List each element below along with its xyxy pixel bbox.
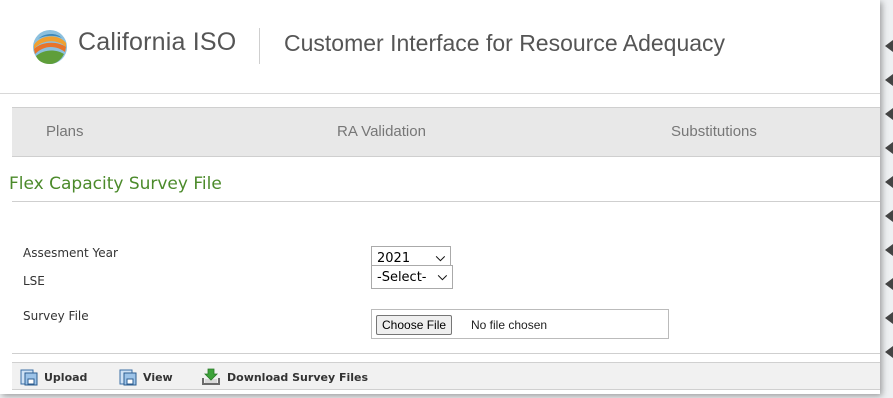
collapse-arrow-icon[interactable]: [885, 142, 893, 154]
header-divider: [259, 28, 260, 64]
assessment-year-value: 2021: [377, 251, 411, 266]
main-nav: Plans RA Validation Substitutions: [12, 107, 880, 157]
app-title: Customer Interface for Resource Adequacy: [284, 30, 726, 56]
side-arrows: [883, 0, 893, 398]
survey-form: Assesment Year 2021 ⌵ LSE -Select- ⌵ Sur…: [12, 201, 880, 354]
california-iso-logo: [33, 30, 67, 64]
page-header: California ISO Customer Interface for Re…: [0, 0, 880, 94]
lse-select[interactable]: -Select- ⌵: [371, 265, 453, 289]
upload-button[interactable]: Upload: [20, 368, 87, 386]
view-label: View: [143, 370, 173, 384]
survey-file-input[interactable]: Choose File No file chosen: [371, 309, 669, 339]
lse-label: LSE: [23, 274, 45, 288]
survey-file-label: Survey File: [23, 309, 89, 323]
nav-item-substitutions[interactable]: Substitutions: [671, 123, 757, 140]
download-icon: [202, 368, 220, 385]
download-survey-files-label: Download Survey Files: [227, 370, 369, 384]
collapse-arrow-icon[interactable]: [885, 210, 893, 222]
upload-label: Upload: [44, 370, 88, 384]
view-icon: [119, 369, 137, 386]
collapse-arrow-icon[interactable]: [885, 108, 893, 120]
assessment-year-label: Assesment Year: [23, 246, 118, 260]
action-toolbar: Upload View Download Survey Files: [12, 362, 880, 390]
collapse-arrow-icon[interactable]: [885, 40, 893, 52]
view-button[interactable]: View: [119, 368, 173, 386]
collapse-arrow-icon[interactable]: [885, 244, 893, 256]
collapse-arrow-icon[interactable]: [885, 312, 893, 324]
chevron-down-icon: ⌵: [437, 269, 447, 283]
file-status-text: No file chosen: [471, 318, 548, 332]
collapse-arrow-icon[interactable]: [885, 74, 893, 86]
nav-item-ra-validation[interactable]: RA Validation: [337, 123, 426, 140]
collapse-arrow-icon[interactable]: [885, 278, 893, 290]
collapse-arrow-icon[interactable]: [885, 176, 893, 188]
brand-name: California ISO: [78, 28, 237, 56]
lse-value: -Select-: [377, 270, 427, 285]
app-window: California ISO Customer Interface for Re…: [0, 0, 880, 394]
nav-item-plans[interactable]: Plans: [46, 123, 84, 140]
collapse-arrow-icon[interactable]: [885, 346, 893, 358]
download-survey-files-button[interactable]: Download Survey Files: [201, 368, 368, 386]
choose-file-button[interactable]: Choose File: [376, 315, 453, 335]
page-title: Flex Capacity Survey File: [9, 174, 222, 194]
upload-icon: [20, 369, 38, 386]
chevron-down-icon: ⌵: [435, 250, 445, 264]
